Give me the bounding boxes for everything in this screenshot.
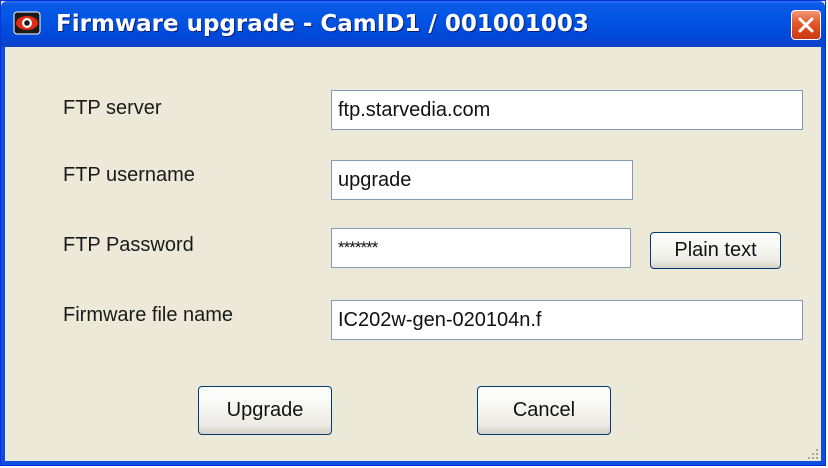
camera-eye-icon: [13, 11, 41, 35]
ftp-password-label: FTP Password: [63, 234, 194, 256]
window-border-left: [1, 47, 5, 463]
ftp-password-input[interactable]: *******: [331, 228, 631, 268]
window-border-bottom: [1, 461, 825, 465]
resize-grip-icon[interactable]: [805, 445, 819, 459]
window-title: Firmware upgrade - CamID1 / 001001003: [56, 11, 589, 37]
ftp-server-input[interactable]: ftp.starvedia.com: [331, 90, 803, 130]
ftp-username-input[interactable]: upgrade: [331, 160, 633, 200]
window-border-right: [821, 47, 825, 463]
upgrade-button[interactable]: Upgrade: [198, 386, 332, 435]
ftp-server-label: FTP server: [63, 97, 162, 119]
firmware-file-input[interactable]: IC202w-gen-020104n.f: [331, 300, 803, 340]
close-button[interactable]: [791, 10, 821, 40]
plain-text-button[interactable]: Plain text: [650, 232, 781, 269]
title-bar[interactable]: Firmware upgrade - CamID1 / 001001003: [1, 1, 825, 47]
ftp-username-label: FTP username: [63, 164, 195, 186]
firmware-file-label: Firmware file name: [63, 304, 234, 326]
cancel-button[interactable]: Cancel: [477, 386, 611, 435]
firmware-upgrade-dialog: Firmware upgrade - CamID1 / 001001003 FT…: [0, 0, 826, 466]
